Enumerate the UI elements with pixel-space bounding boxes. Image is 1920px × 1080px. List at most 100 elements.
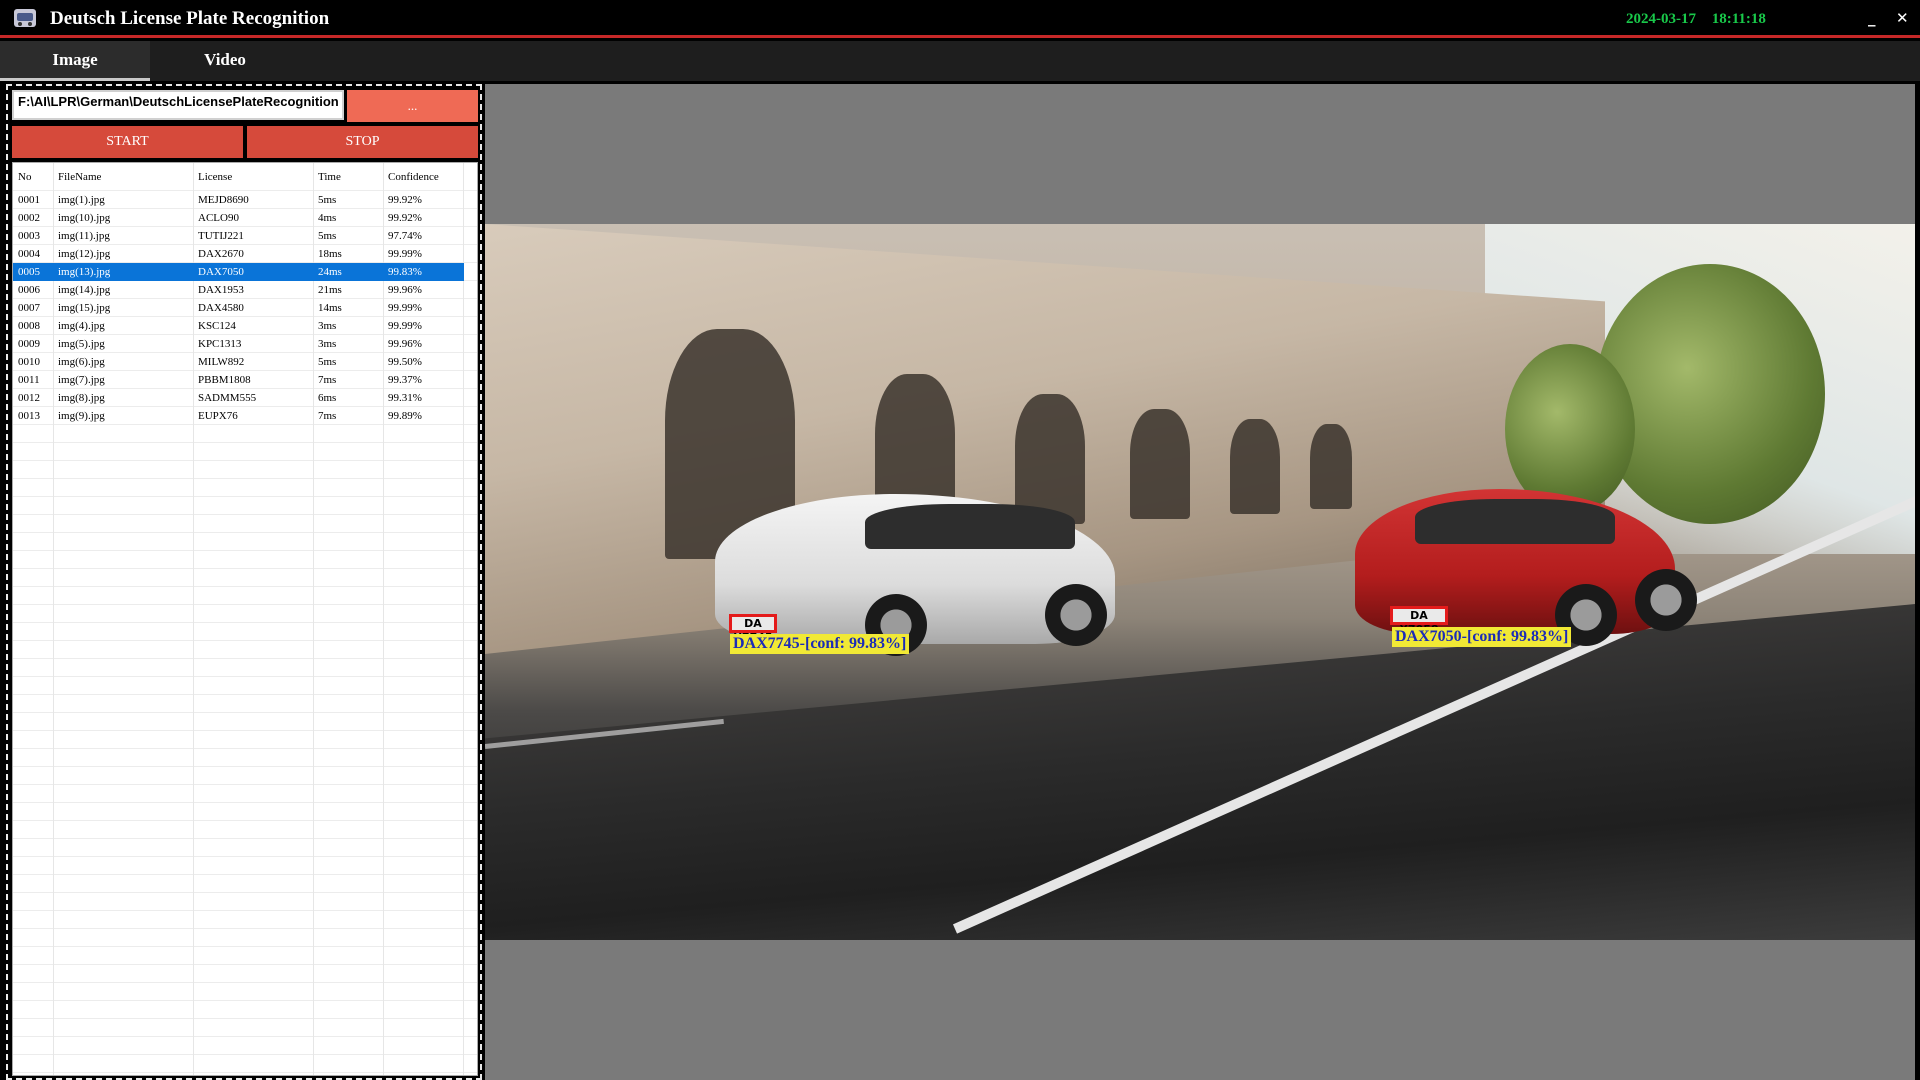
road [485,604,1915,940]
table-row[interactable]: 0011 img(7).jpg PBBM1808 7ms 99.37% [13,371,464,389]
cell-confidence: 99.99% [388,320,422,332]
cell-filename: img(13).jpg [53,263,193,281]
plate-bounding-box: DA X7745 [729,614,777,644]
table-header: No FileName License Time Confidence [13,163,464,191]
cell-time: 7ms [318,410,337,422]
cell-license: TUTIJ221 [198,230,244,242]
cell-filename: img(8).jpg [58,392,105,404]
cell-confidence: 99.99% [388,302,422,314]
date-text: 2024-03-17 [1626,11,1696,27]
table-row[interactable]: 0008 img(4).jpg KSC124 3ms 99.99% [13,317,464,335]
cell-confidence: 99.96% [388,338,422,350]
cell-filename: img(5).jpg [58,338,105,350]
table-row[interactable]: 0004 img(12).jpg DAX2670 18ms 99.99% [13,245,464,263]
cell-license: DAX2670 [198,248,244,260]
cell-no: 0001 [18,194,40,206]
cell-filename: img(15).jpg [58,302,111,314]
cell-license: DAX7050 [193,263,313,281]
cell-confidence: 99.92% [388,212,422,224]
column-header-license[interactable]: License [193,163,313,191]
cell-confidence: 99.89% [388,410,422,422]
table-row[interactable]: 0001 img(1).jpg MEJD8690 5ms 99.92% [13,191,464,209]
column-header-filename[interactable]: FileName [53,163,193,191]
cell-time: 21ms [318,284,342,296]
cell-license: MILW892 [198,356,245,368]
folder-path-input[interactable]: F:\AI\LPR\German\DeutschLicensePlateReco… [12,90,344,120]
cell-time: 7ms [318,374,337,386]
cell-confidence: 99.37% [388,374,422,386]
cell-confidence: 99.92% [388,194,422,206]
cell-license: EUPX76 [198,410,238,422]
control-panel: F:\AI\LPR\German\DeutschLicensePlateReco… [6,84,482,1080]
table-row[interactable]: 0006 img(14).jpg DAX1953 21ms 99.96% [13,281,464,299]
results-table: No FileName License Time Confidence 0001… [12,162,478,1076]
cell-license: MEJD8690 [198,194,249,206]
cell-time: 4ms [318,212,337,224]
table-row[interactable]: 0003 img(11).jpg TUTIJ221 5ms 97.74% [13,227,464,245]
table-row[interactable]: 0012 img(8).jpg SADMM555 6ms 99.31% [13,389,464,407]
cell-filename: img(10).jpg [58,212,111,224]
tab-bar: Image Video [0,41,1920,81]
column-header-no[interactable]: No [13,163,53,191]
image-viewer: DA X7745 DAX7745-[conf: 99.83%] DA X7058… [485,84,1915,1080]
cell-time: 3ms [318,338,337,350]
table-row[interactable]: 0010 img(6).jpg MILW892 5ms 99.50% [13,353,464,371]
table-row[interactable]: 0005 img(13).jpg DAX7050 24ms 99.83% [13,263,464,281]
cell-no: 0009 [18,338,40,350]
plate-bounding-box: DA X7058 [1390,606,1448,636]
tab-video[interactable]: Video [150,41,300,81]
cell-no: 0005 [13,263,53,281]
column-header-time[interactable]: Time [313,163,383,191]
cell-time: 24ms [313,263,383,281]
close-icon[interactable]: ✕ [1896,8,1909,28]
title-bar: Deutsch License Plate Recognition 2024-0… [0,0,1920,38]
car-app-icon [14,9,36,27]
cell-filename: img(9).jpg [58,410,105,422]
cell-filename: img(4).jpg [58,320,105,332]
cell-no: 0013 [18,410,40,422]
cell-filename: img(7).jpg [58,374,105,386]
table-row[interactable]: 0013 img(9).jpg EUPX76 7ms 99.89% [13,407,464,425]
browse-button[interactable]: ... [347,90,478,122]
cell-filename: img(6).jpg [58,356,105,368]
cell-no: 0010 [18,356,40,368]
table-row[interactable]: 0009 img(5).jpg KPC1313 3ms 99.96% [13,335,464,353]
cell-time: 5ms [318,230,337,242]
cell-filename: img(14).jpg [58,284,111,296]
start-button[interactable]: START [12,126,243,158]
cell-no: 0012 [18,392,40,404]
cell-confidence: 99.50% [388,356,422,368]
cell-license: KSC124 [198,320,236,332]
tab-image[interactable]: Image [0,41,150,81]
cell-confidence: 97.74% [388,230,422,242]
stop-button[interactable]: STOP [247,126,478,158]
table-row[interactable]: 0007 img(15).jpg DAX4580 14ms 99.99% [13,299,464,317]
cell-filename: img(12).jpg [58,248,111,260]
cell-time: 6ms [318,392,337,404]
cell-license: SADMM555 [198,392,257,404]
column-header-confidence[interactable]: Confidence [383,163,464,191]
cell-time: 18ms [318,248,342,260]
cell-time: 3ms [318,320,337,332]
cell-license: ACLO90 [198,212,239,224]
cell-license: KPC1313 [198,338,242,350]
table-row[interactable]: 0002 img(10).jpg ACLO90 4ms 99.92% [13,209,464,227]
cell-license: DAX4580 [198,302,244,314]
detection-label: DAX7050-[conf: 99.83%] [1392,627,1572,647]
detection-label: DAX7745-[conf: 99.83%] [730,634,910,654]
cell-confidence: 99.83% [383,263,464,281]
cell-time: 5ms [318,356,337,368]
cell-filename: img(1).jpg [58,194,105,206]
result-image: DA X7745 DAX7745-[conf: 99.83%] DA X7058… [485,224,1915,940]
cell-no: 0006 [18,284,40,296]
cell-no: 0003 [18,230,40,242]
minimize-icon[interactable]: _ [1868,8,1876,28]
cell-no: 0011 [18,374,40,386]
cell-no: 0004 [18,248,40,260]
cell-confidence: 99.96% [388,284,422,296]
cell-confidence: 99.99% [388,248,422,260]
app-title: Deutsch License Plate Recognition [50,8,330,29]
cell-confidence: 99.31% [388,392,422,404]
cell-time: 14ms [318,302,342,314]
cell-time: 5ms [318,194,337,206]
